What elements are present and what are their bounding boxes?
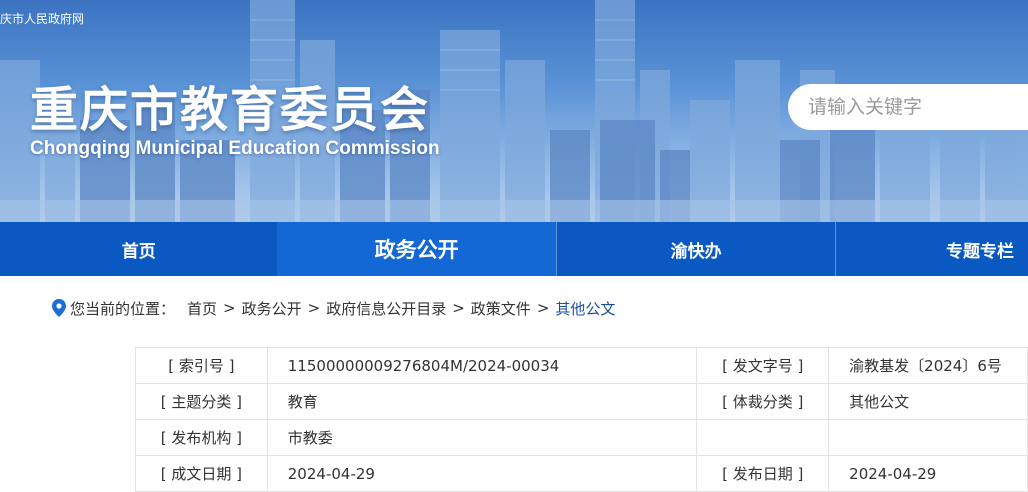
index-number-label: [ 索引号 ] (135, 347, 268, 384)
topic-category-value: 教育 (266, 383, 698, 420)
search-input[interactable] (808, 96, 1028, 118)
genre-category-label: [ 体裁分类 ] (696, 383, 830, 420)
breadcrumb-separator: > (536, 299, 550, 317)
publish-date-value: 2024-04-29 (828, 455, 1028, 492)
written-date-label: [ 成文日期 ] (135, 455, 268, 492)
document-number-value: 渝教基发〔2024〕6号 (828, 347, 1028, 384)
document-number-label: [ 发文字号 ] (696, 347, 830, 384)
header-banner: 庆市人民政府网 重庆市教育委员会 Chongqing Municipal Edu… (0, 0, 1028, 222)
nav-item-label: 渝快办 (670, 241, 722, 262)
breadcrumb: 您当前的位置： 首页 > 政务公开 > 政府信息公开目录 > 政策文件 > 其他… (52, 298, 615, 318)
breadcrumb-other-documents[interactable]: 其他公文 (555, 298, 615, 319)
written-date-value: 2024-04-29 (266, 455, 698, 492)
index-number-value: 11500000009276804M/2024-00034 (266, 347, 698, 384)
breadcrumb-home[interactable]: 首页 (187, 298, 217, 319)
topic-category-label: [ 主题分类 ] (135, 383, 268, 420)
main-nav: 首页 政务公开 渝快办 专题专栏 (0, 222, 1028, 276)
breadcrumb-separator: > (223, 299, 236, 317)
nav-item-government-affairs[interactable]: 政务公开 (277, 222, 556, 276)
nav-item-home[interactable]: 首页 (0, 222, 277, 276)
issuing-agency-value: 市教委 (266, 419, 698, 456)
breadcrumb-label: 您当前的位置： (70, 299, 176, 318)
location-pin-icon (52, 299, 66, 317)
breadcrumb-government-affairs[interactable]: 政务公开 (242, 298, 302, 319)
breadcrumb-info-directory[interactable]: 政府信息公开目录 (326, 298, 446, 319)
nav-item-yukuaiban[interactable]: 渝快办 (557, 222, 835, 276)
breadcrumb-separator: > (452, 299, 465, 317)
document-info-table: [ 索引号 ] 11500000009276804M/2024-00034 [ … (135, 347, 1028, 492)
table-row: [ 索引号 ] 11500000009276804M/2024-00034 [ … (135, 347, 1028, 384)
site-title[interactable]: 重庆市教育委员会 (30, 70, 430, 140)
nav-item-special-topics[interactable]: 专题专栏 (836, 222, 1028, 276)
publish-date-label: [ 发布日期 ] (696, 455, 830, 492)
nav-item-label: 首页 (121, 241, 156, 262)
site-subtitle: Chongqing Municipal Education Commission (30, 138, 440, 159)
nav-item-label: 专题专栏 (946, 241, 1015, 262)
table-row: [ 成文日期 ] 2024-04-29 [ 发布日期 ] 2024-04-29 (135, 455, 1028, 492)
issuing-agency-label: [ 发布机构 ] (135, 419, 268, 456)
nav-item-label: 政务公开 (374, 238, 459, 262)
gov-portal-link[interactable]: 庆市人民政府网 (0, 10, 84, 27)
breadcrumb-separator: > (307, 299, 321, 317)
genre-category-value: 其他公文 (828, 383, 1028, 420)
empty-cell (828, 419, 1028, 456)
empty-cell (696, 419, 830, 456)
table-row: [ 发布机构 ] 市教委 (135, 419, 1028, 456)
search-box[interactable] (788, 84, 1028, 130)
table-row: [ 主题分类 ] 教育 [ 体裁分类 ] 其他公文 (135, 383, 1028, 420)
breadcrumb-policy-documents[interactable]: 政策文件 (471, 298, 531, 319)
